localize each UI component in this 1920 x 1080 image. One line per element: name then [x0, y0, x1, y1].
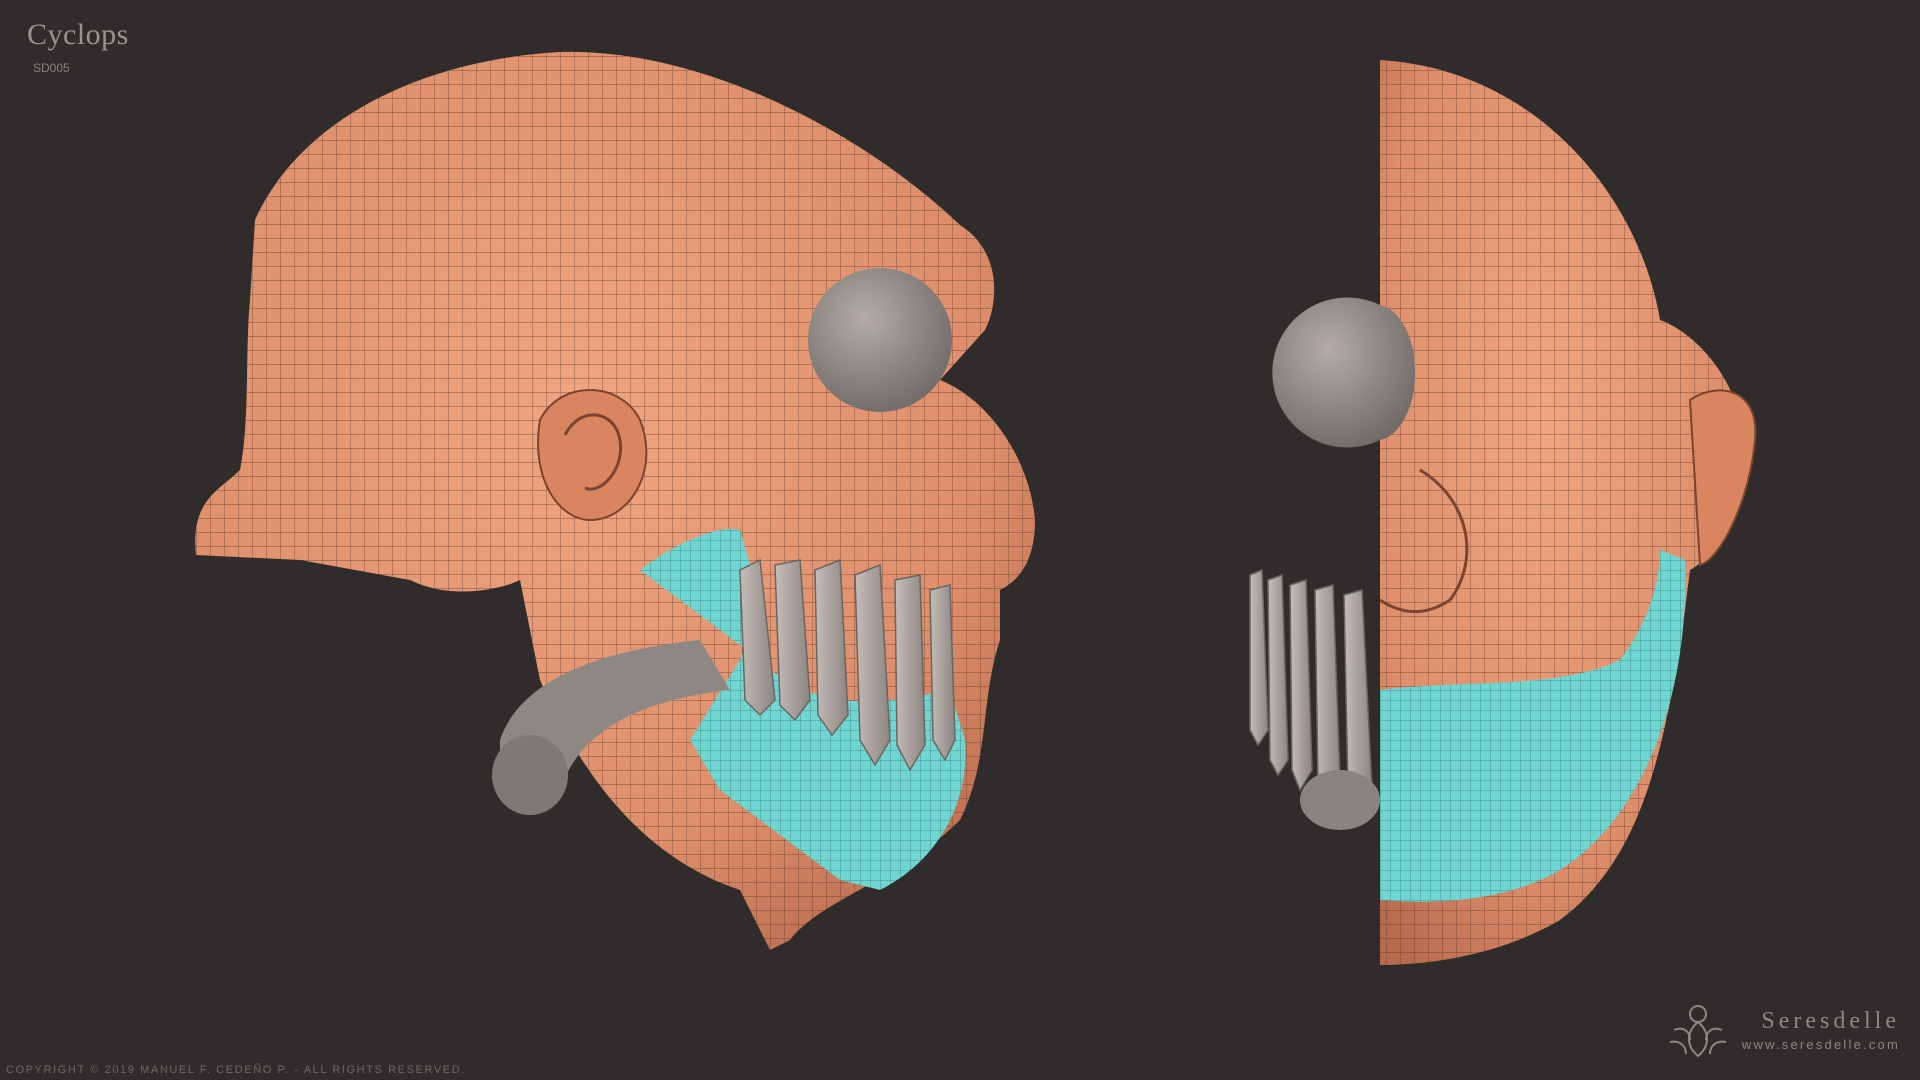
front-ear: [1688, 389, 1757, 567]
brand-block: Seresdelle www.seresdelle.com: [1664, 996, 1900, 1064]
brand-url: www.seresdelle.com: [1741, 1037, 1900, 1052]
side-view-head: [195, 51, 1035, 950]
model-viewport: [195, 51, 1757, 965]
front-eye-sphere: [1272, 297, 1416, 448]
copyright-notice: COPYRIGHT © 2019 MANUEL F. CEDEÑO P. - A…: [6, 1064, 466, 1076]
side-ear: [537, 389, 648, 522]
front-view-head: [1249, 60, 1757, 965]
side-eye-sphere: [808, 268, 952, 412]
seresdelle-logo-icon: [1669, 1005, 1727, 1058]
brand-name: Seresdelle: [1761, 1008, 1900, 1034]
